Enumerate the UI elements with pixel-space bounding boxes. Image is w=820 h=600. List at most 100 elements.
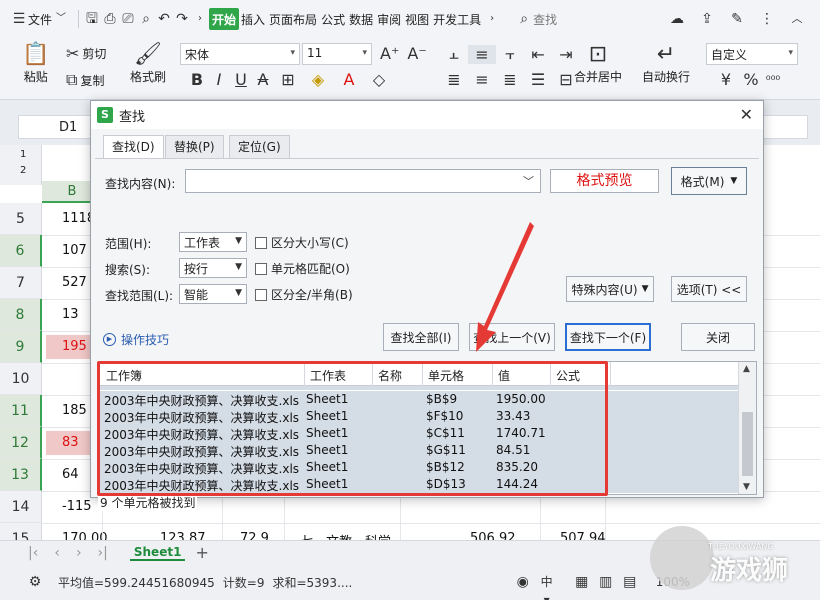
italic-icon[interactable]: I xyxy=(208,70,230,89)
row-header[interactable]: 5 xyxy=(0,203,42,235)
scroll-thumb[interactable] xyxy=(742,412,753,476)
app-menu-button[interactable]: ☰ 文件 ﹀ xyxy=(6,6,74,32)
edit-icon[interactable]: ✎ xyxy=(728,10,746,28)
search-order-select[interactable]: 按行 ▼ xyxy=(179,258,247,278)
scroll-up-icon[interactable]: ▲ xyxy=(743,364,750,374)
tab-view[interactable]: 视图 xyxy=(403,6,431,32)
scope-select[interactable]: 工作表 ▼ xyxy=(179,232,247,252)
tab-home[interactable]: 开始 xyxy=(209,8,240,30)
tab-insert[interactable]: 插入 xyxy=(239,6,267,32)
row-header[interactable]: 14 xyxy=(0,491,42,523)
normal-view-icon[interactable]: ▦ xyxy=(573,573,591,591)
undo-icon[interactable]: ↶ xyxy=(155,10,173,28)
paste-button[interactable]: 📋 粘贴 xyxy=(22,42,49,85)
row-header[interactable]: 8 xyxy=(0,299,42,331)
wrap-text-button[interactable]: ↵ 自动换行 xyxy=(642,42,690,85)
tips-link[interactable]: ▶ 操作技巧 xyxy=(103,331,169,348)
export-pdf-icon[interactable]: ⎙ xyxy=(101,10,119,28)
find-next-button[interactable]: 查找下一个(F) xyxy=(565,323,651,351)
ime-icon[interactable]: 中▾ xyxy=(538,573,556,600)
cell-value[interactable]: 64 xyxy=(62,467,79,482)
row-header[interactable]: 6 xyxy=(0,235,42,267)
cell-value[interactable]: 83 xyxy=(62,435,79,450)
match-width-checkbox[interactable]: 区分全/半角(B) xyxy=(255,286,353,303)
print-icon[interactable]: ⎚ xyxy=(119,10,137,28)
align-bottom-icon[interactable]: ⫟ xyxy=(496,44,524,64)
row-header[interactable]: 9 xyxy=(0,331,42,363)
collapse-ribbon-icon[interactable]: ︿ xyxy=(788,10,806,28)
cell-value[interactable]: 527 xyxy=(62,275,87,290)
last-sheet-icon[interactable]: ›| xyxy=(98,545,108,561)
redo-icon[interactable]: ↷ xyxy=(173,10,191,28)
next-sheet-icon[interactable]: › xyxy=(76,545,82,561)
more-icon[interactable]: ⋮ xyxy=(758,10,776,28)
first-sheet-icon[interactable]: |‹ xyxy=(28,545,38,561)
align-top-icon[interactable]: ⫠ xyxy=(440,44,468,64)
save-icon[interactable]: 🖫 xyxy=(83,10,101,28)
search-box[interactable]: ⌕ 查找 xyxy=(515,10,557,28)
underline-icon[interactable]: U xyxy=(230,70,252,89)
cell-value[interactable]: -115 xyxy=(62,499,92,514)
dialog-title-bar[interactable]: S 查找 ✕ xyxy=(91,101,763,129)
scroll-down-icon[interactable]: ▼ xyxy=(743,482,750,492)
sheet-tab-sheet1[interactable]: Sheet1 xyxy=(129,545,186,561)
fill-color-icon[interactable]: ◈ xyxy=(302,70,334,89)
share-icon[interactable]: ⇪ xyxy=(698,10,716,28)
cell-value[interactable]: 13 xyxy=(62,307,79,322)
cell-value[interactable]: 185 xyxy=(62,403,87,418)
row-header[interactable]: 10 xyxy=(0,363,42,395)
row-header[interactable]: 7 xyxy=(0,267,42,299)
results-scrollbar[interactable]: ▲ ▼ xyxy=(738,362,756,494)
level-2[interactable]: 2 xyxy=(20,165,26,176)
align-right-icon[interactable]: ≣ xyxy=(496,70,524,89)
find-what-input[interactable]: ﹀ xyxy=(185,169,541,193)
font-color-icon[interactable]: A xyxy=(334,70,364,89)
eye-icon[interactable]: ◉ xyxy=(514,573,532,591)
bold-icon[interactable]: B xyxy=(186,70,208,89)
font-grow-icon[interactable]: A⁺ xyxy=(380,44,399,63)
indent-decrease-icon[interactable]: ⇤ xyxy=(524,45,552,64)
print-preview-icon[interactable]: ⌕ xyxy=(137,10,155,28)
close-button[interactable]: 关闭 xyxy=(681,323,755,351)
special-content-button[interactable]: 特殊内容(U) ▼ xyxy=(566,276,654,302)
more-chevron-icon[interactable]: › xyxy=(191,10,209,28)
borders-icon[interactable]: ⊞ xyxy=(274,70,302,89)
match-cell-checkbox[interactable]: 单元格匹配(O) xyxy=(255,260,350,277)
format-painter-button[interactable]: 🖌 格式刷 xyxy=(130,42,166,85)
chevron-down-icon[interactable]: ﹀ xyxy=(523,173,534,189)
row-header[interactable]: 12 xyxy=(0,427,42,459)
tab-developer[interactable]: 开发工具 xyxy=(431,6,483,32)
cloud-icon[interactable]: ☁ xyxy=(668,10,686,28)
tab-review[interactable]: 审阅 xyxy=(375,6,403,32)
align-center-icon[interactable]: ≡ xyxy=(468,70,496,89)
format-button[interactable]: 格式(M) ▼ xyxy=(671,167,747,195)
currency-icon[interactable]: ¥ xyxy=(712,70,740,89)
justify-icon[interactable]: ☰ xyxy=(524,70,552,89)
copy-button[interactable]: ⧉ 复制 xyxy=(66,70,104,90)
align-left-icon[interactable]: ≣ xyxy=(440,70,468,89)
thousands-icon[interactable]: ⁰⁰⁰ xyxy=(762,73,784,87)
name-box[interactable]: D1 xyxy=(59,120,77,135)
find-previous-button[interactable]: 查找上一个(V) xyxy=(469,323,555,351)
number-format-combo[interactable]: 自定义 ▾ xyxy=(706,43,798,65)
level-1[interactable]: 1 xyxy=(20,149,26,160)
options-button[interactable]: 选项(T) << xyxy=(671,276,747,302)
prev-sheet-icon[interactable]: ‹ xyxy=(54,545,60,561)
cell-value[interactable]: 195 xyxy=(62,339,87,354)
add-sheet-icon[interactable]: + xyxy=(195,543,208,562)
font-shrink-icon[interactable]: A⁻ xyxy=(407,44,426,63)
cut-button[interactable]: ✂ 剪切 xyxy=(66,44,106,63)
percent-icon[interactable]: % xyxy=(740,70,762,89)
font-size-combo[interactable]: 11 ▾ xyxy=(302,43,372,65)
tab-data[interactable]: 数据 xyxy=(347,6,375,32)
tab-find[interactable]: 查找(D) xyxy=(103,135,164,159)
tab-replace[interactable]: 替换(P) xyxy=(165,135,224,159)
align-middle-icon[interactable]: ≡ xyxy=(468,44,496,64)
clear-format-icon[interactable]: ◇ xyxy=(364,70,394,89)
strikethrough-icon[interactable]: A xyxy=(252,70,274,89)
cell-value[interactable]: 107 xyxy=(62,243,87,258)
tab-goto[interactable]: 定位(G) xyxy=(229,135,290,159)
macro-icon[interactable]: ⚙ xyxy=(26,573,44,591)
close-icon[interactable]: ✕ xyxy=(740,105,753,124)
tabs-more-icon[interactable]: › xyxy=(483,10,501,28)
